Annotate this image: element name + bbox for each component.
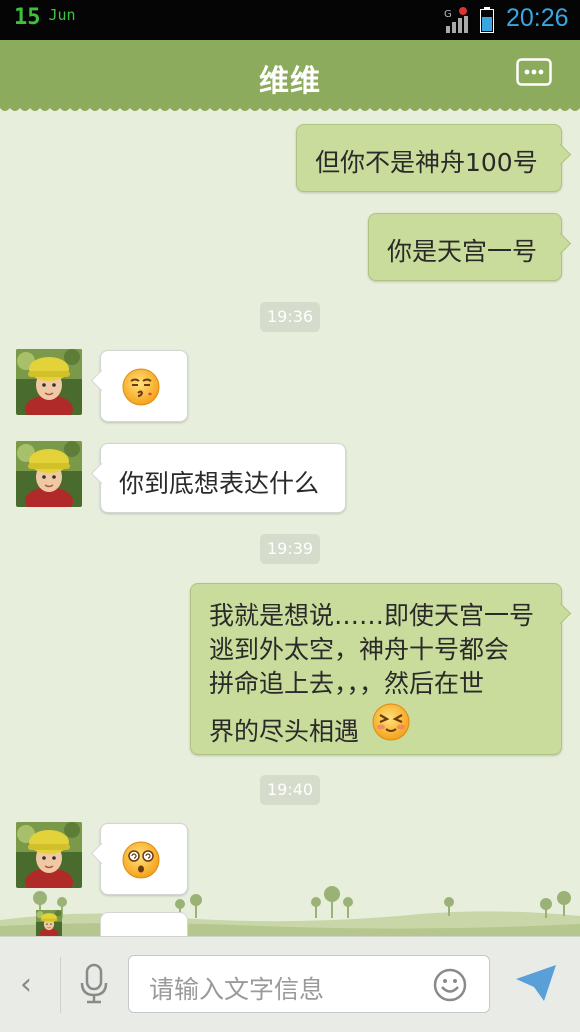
timestamp: 19:40 (260, 775, 320, 805)
status-time: 20:26 (506, 4, 569, 32)
emoji-icon[interactable] (433, 968, 467, 1002)
message-line: 逃到外太空，神舟十号都会 (209, 635, 510, 664)
status-date: 15 Jun (14, 5, 76, 30)
incoming-message-bubble[interactable]: 你到底想表达什么 (90, 443, 346, 513)
squint-face-emoji (372, 703, 410, 741)
svg-text:G: G (444, 9, 452, 20)
outgoing-message-bubble[interactable]: 你是天宫一号 (368, 213, 572, 281)
back-icon[interactable]: ‹ (20, 967, 32, 1002)
divider (60, 957, 61, 1013)
battery-icon (480, 7, 494, 33)
message-input-placeholder: 请输入文字信息 (149, 975, 325, 1004)
dizzy-face-emoji (122, 841, 160, 879)
more-icon[interactable] (516, 58, 552, 86)
send-icon[interactable] (514, 963, 558, 1003)
avatar[interactable] (16, 441, 82, 507)
message-text: 但你不是神舟100号 (315, 148, 538, 177)
timestamp: 19:36 (260, 302, 320, 332)
message-line: 界的尽头相遇 (209, 717, 360, 746)
signal-icon: G (444, 7, 468, 33)
kiss-face-emoji (122, 368, 160, 406)
message-text: 你是天宫一号 (387, 237, 538, 266)
chat-header: 维维 (0, 40, 580, 108)
status-date-day: 15 (14, 5, 41, 30)
message-text: 你到底想表达什么 (119, 469, 320, 498)
avatar[interactable] (16, 349, 82, 415)
status-bar: 15 Jun G 20:26 (0, 0, 580, 40)
landscape-decoration (0, 886, 580, 936)
input-bar: ‹ 请输入文字信息 (0, 936, 580, 1032)
incoming-message-bubble[interactable] (100, 912, 188, 936)
avatar[interactable] (16, 822, 82, 888)
incoming-message-bubble[interactable] (90, 350, 188, 422)
message-line: 我就是想说……即使天宫一号 (209, 601, 535, 630)
outgoing-message-bubble[interactable]: 但你不是神舟100号 (296, 124, 572, 192)
message-line: 拼命追上去，，，然后在世 (209, 669, 485, 698)
timestamp: 19:39 (260, 534, 320, 564)
mic-icon[interactable] (78, 963, 110, 1005)
avatar[interactable] (16, 910, 82, 936)
header-scallop-edge (0, 106, 580, 111)
chat-title: 维维 (259, 64, 321, 99)
message-input[interactable]: 请输入文字信息 (128, 955, 490, 1013)
status-date-month: Jun (48, 6, 76, 24)
outgoing-message-bubble[interactable]: 我就是想说……即使天宫一号 逃到外太空，神舟十号都会 拼命追上去，，，然后在世 … (190, 583, 572, 755)
